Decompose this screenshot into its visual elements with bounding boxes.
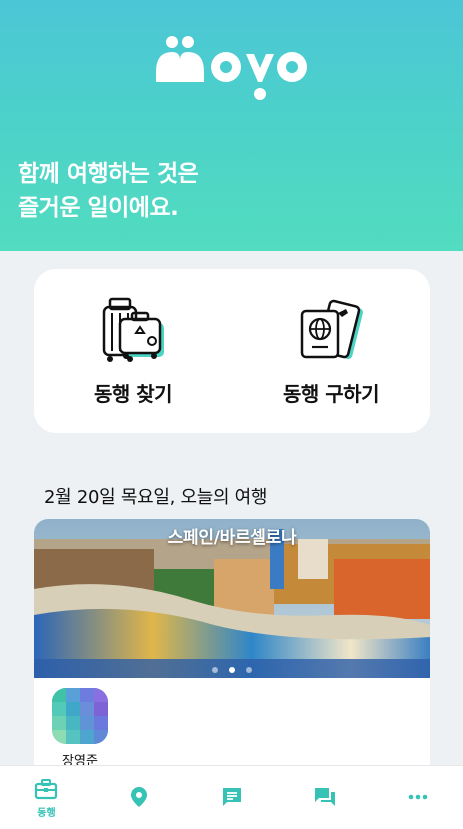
carousel-dots[interactable] xyxy=(34,658,430,677)
nav-companion[interactable]: 동행 xyxy=(0,766,93,829)
luggage-icon xyxy=(102,297,164,362)
trip-card[interactable]: 스페인/바르셀로나 장영준 xyxy=(34,519,430,765)
find-companion-label: 동행 찾기 xyxy=(93,382,173,406)
nav-community[interactable] xyxy=(279,766,372,829)
companion-menu-card: 동행 찾기 동행 구하기 xyxy=(34,269,430,433)
tagline-line2: 즐거운 일이에요. xyxy=(18,195,179,221)
trip-place-label: 스페인/바르셀로나 xyxy=(167,528,297,548)
user-name: 장영준 xyxy=(62,754,98,765)
nav-location[interactable] xyxy=(93,766,186,829)
chat-bubble-icon xyxy=(223,788,241,806)
nav-chat[interactable] xyxy=(186,766,279,829)
more-dots-icon xyxy=(408,794,428,800)
hero-tagline: 함께 여행하는 것은 즐거운 일이에요. xyxy=(18,157,199,225)
today-trip-title: 2월 20일 목요일, 오늘의 여행 xyxy=(44,487,268,508)
carousel-dot-active[interactable] xyxy=(229,667,235,673)
location-pin-icon xyxy=(131,787,147,807)
briefcase-icon xyxy=(34,779,58,800)
chat-bubbles-icon xyxy=(315,788,335,806)
user-avatar[interactable] xyxy=(52,688,108,744)
bottom-navigation: 동행 xyxy=(0,765,463,829)
nav-more[interactable] xyxy=(372,766,463,829)
passport-ticket-icon xyxy=(300,299,363,360)
carousel-dot[interactable] xyxy=(246,667,253,673)
tagline-line1: 함께 여행하는 것은 xyxy=(18,161,199,187)
seek-companion-label: 동행 구하기 xyxy=(283,382,379,406)
carousel-dot[interactable] xyxy=(211,667,218,673)
moyo-logo xyxy=(156,36,307,100)
nav-companion-label: 동행 xyxy=(37,808,56,819)
seek-companion-button[interactable]: 동행 구하기 xyxy=(232,269,430,433)
hero-banner: 함께 여행하는 것은 즐거운 일이에요. xyxy=(0,0,463,251)
find-companion-button[interactable]: 동행 찾기 xyxy=(34,269,232,433)
